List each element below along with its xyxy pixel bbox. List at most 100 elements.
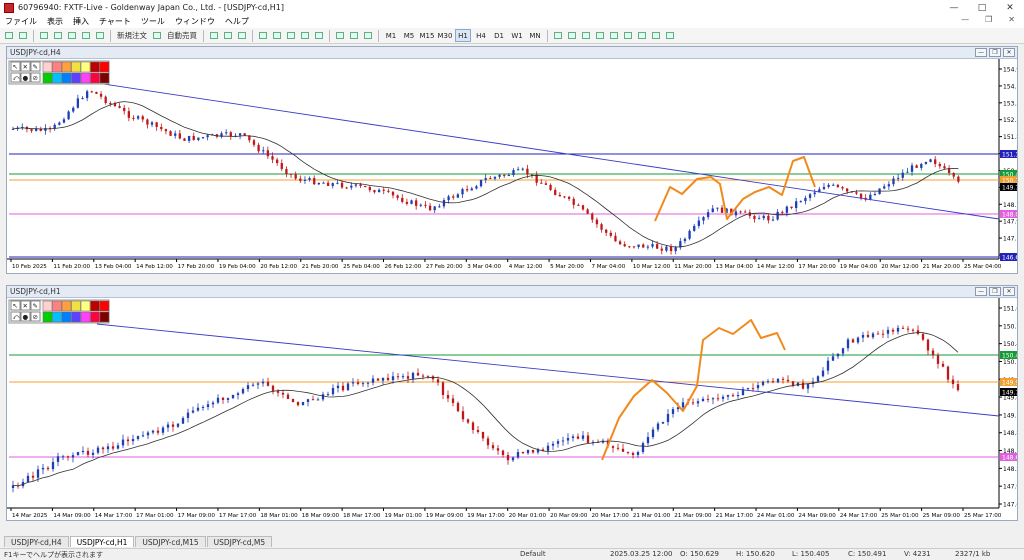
price-tick-label: 154.130 bbox=[1003, 83, 1017, 90]
candle-body bbox=[691, 402, 695, 404]
timeframe-m30[interactable]: M30 bbox=[437, 29, 453, 42]
text-tool-icon[interactable] bbox=[650, 29, 662, 42]
timeframe-mn[interactable]: MN bbox=[527, 29, 543, 42]
candle-body bbox=[419, 204, 422, 206]
candle-body bbox=[225, 132, 228, 134]
metaeditor-icon[interactable] bbox=[151, 29, 163, 42]
zoom-in-icon[interactable] bbox=[257, 29, 269, 42]
tile-windows-icon[interactable] bbox=[285, 29, 297, 42]
level-price-label: 149.722 bbox=[1002, 185, 1017, 192]
autoscroll-icon[interactable] bbox=[313, 29, 325, 42]
chart-restore-icon[interactable]: ❐ bbox=[989, 48, 1001, 57]
maximize-icon[interactable]: □ bbox=[968, 0, 996, 15]
menu-view[interactable]: 表示 bbox=[42, 16, 68, 27]
timeframe-d1[interactable]: D1 bbox=[491, 29, 507, 42]
candle-body bbox=[816, 376, 820, 382]
candle-body bbox=[731, 395, 735, 397]
menu-insert[interactable]: 挿入 bbox=[68, 16, 94, 27]
price-chart-h1[interactable]: 151.010150.710150.433150.105149.800149.4… bbox=[7, 298, 1017, 520]
candle-body bbox=[646, 437, 650, 444]
candle-body bbox=[236, 393, 240, 395]
horizontal-line-icon[interactable] bbox=[594, 29, 606, 42]
templates-icon[interactable] bbox=[362, 29, 374, 42]
status-traffic: 2327/1 kb bbox=[955, 550, 991, 558]
candle-body bbox=[291, 399, 295, 403]
tester-icon[interactable] bbox=[94, 29, 106, 42]
candle-body bbox=[201, 407, 205, 409]
menu-chart[interactable]: チャート bbox=[94, 16, 136, 27]
menu-file[interactable]: ファイル bbox=[0, 16, 42, 27]
candle-body bbox=[456, 402, 460, 412]
trendline-icon[interactable] bbox=[608, 29, 620, 42]
navigator-icon[interactable] bbox=[66, 29, 78, 42]
candle-body bbox=[331, 388, 335, 395]
candle-body bbox=[289, 173, 293, 175]
price-tick-label: 147.680 bbox=[1003, 502, 1017, 509]
price-chart-h4[interactable]: 154.910154.130153.360152.570151.800151.0… bbox=[7, 59, 1017, 273]
candle-body bbox=[164, 129, 168, 132]
indicators-icon[interactable] bbox=[334, 29, 346, 42]
tab-usdjpy-h4[interactable]: USDJPY-cd,H4 bbox=[4, 536, 69, 547]
mdi-close-icon[interactable]: ✕ bbox=[1003, 15, 1020, 24]
auto-trade-button[interactable]: 自動売買 bbox=[165, 29, 199, 42]
candlestick-icon[interactable] bbox=[222, 29, 234, 42]
arrows-icon[interactable] bbox=[664, 29, 676, 42]
time-tick-label: 17 Mar 01:00 bbox=[136, 513, 174, 519]
candle-body bbox=[401, 197, 404, 202]
chart-window-h4[interactable]: USDJPY-cd,H4 — ❐ ✕ 154.910 154.130 153.360… bbox=[6, 46, 1018, 274]
tab-usdjpy-m5[interactable]: USDJPY-cd,M5 bbox=[206, 536, 273, 547]
status-high: H: 150.620 bbox=[736, 550, 775, 558]
minimize-icon[interactable]: — bbox=[940, 0, 968, 15]
timeframe-m1[interactable]: M1 bbox=[383, 29, 399, 42]
data-window-icon[interactable] bbox=[52, 29, 64, 42]
chart-close-icon[interactable]: ✕ bbox=[1003, 287, 1015, 296]
time-tick-label: 21 Mar 17:00 bbox=[716, 513, 754, 519]
equidistant-channel-icon[interactable] bbox=[622, 29, 634, 42]
candle-body bbox=[46, 467, 50, 470]
zoom-out-icon[interactable] bbox=[271, 29, 283, 42]
mdi-restore-icon[interactable]: ❐ bbox=[980, 15, 997, 24]
timeframe-h4[interactable]: H4 bbox=[473, 29, 489, 42]
tab-usdjpy-h1[interactable]: USDJPY-cd,H1 bbox=[69, 536, 135, 547]
candle-body bbox=[726, 395, 730, 397]
palette-color-swatch bbox=[80, 311, 91, 323]
time-tick-label: 19 Mar 04:00 bbox=[840, 264, 878, 270]
timeframe-w1[interactable]: W1 bbox=[509, 29, 525, 42]
timeframe-m15[interactable]: M15 bbox=[419, 29, 435, 42]
crosshair-icon[interactable] bbox=[566, 29, 578, 42]
periods-icon[interactable] bbox=[348, 29, 360, 42]
chart-close-icon[interactable]: ✕ bbox=[1003, 48, 1015, 57]
new-chart-icon[interactable] bbox=[3, 29, 15, 42]
candle-body bbox=[229, 132, 232, 137]
close-icon[interactable]: ✕ bbox=[996, 0, 1024, 15]
candle-body bbox=[655, 244, 659, 249]
chart-shift-icon[interactable] bbox=[299, 29, 311, 42]
tab-usdjpy-m15[interactable]: USDJPY-cd,M15 bbox=[135, 536, 206, 547]
mdi-minimize-icon[interactable]: — bbox=[956, 15, 974, 24]
time-tick-label: 3 Mar 04:00 bbox=[467, 264, 501, 270]
time-tick-label: 25 Mar 04:00 bbox=[964, 264, 1002, 270]
bar-chart-icon[interactable] bbox=[208, 29, 220, 42]
chart-window-h1[interactable]: USDJPY-cd,H1 — ❐ ✕ 151.010 150.710 150.433… bbox=[6, 285, 1018, 521]
profiles-icon[interactable] bbox=[17, 29, 29, 42]
timeframe-h1[interactable]: H1 bbox=[455, 29, 471, 42]
line-chart-icon[interactable] bbox=[236, 29, 248, 42]
candle-body bbox=[801, 382, 805, 389]
vertical-line-icon[interactable] bbox=[580, 29, 592, 42]
time-tick-label: 25 Mar 17:00 bbox=[964, 513, 1002, 519]
chart-minimize-icon[interactable]: — bbox=[975, 287, 987, 296]
chart-restore-icon[interactable]: ❐ bbox=[989, 287, 1001, 296]
chart-minimize-icon[interactable]: — bbox=[975, 48, 987, 57]
candle-body bbox=[551, 443, 555, 446]
menu-window[interactable]: ウィンドウ bbox=[170, 16, 220, 27]
fibonacci-icon[interactable] bbox=[636, 29, 648, 42]
timeframe-m5[interactable]: M5 bbox=[401, 29, 417, 42]
terminal-icon[interactable] bbox=[80, 29, 92, 42]
menu-tools[interactable]: ツール bbox=[136, 16, 170, 27]
new-order-button[interactable]: 新規注文 bbox=[115, 29, 149, 42]
cursor-icon[interactable] bbox=[552, 29, 564, 42]
candle-body bbox=[391, 191, 395, 196]
menu-help[interactable]: ヘルプ bbox=[220, 16, 254, 27]
chart-window-buttons: — ❐ ✕ bbox=[975, 287, 1015, 296]
market-watch-icon[interactable] bbox=[38, 29, 50, 42]
